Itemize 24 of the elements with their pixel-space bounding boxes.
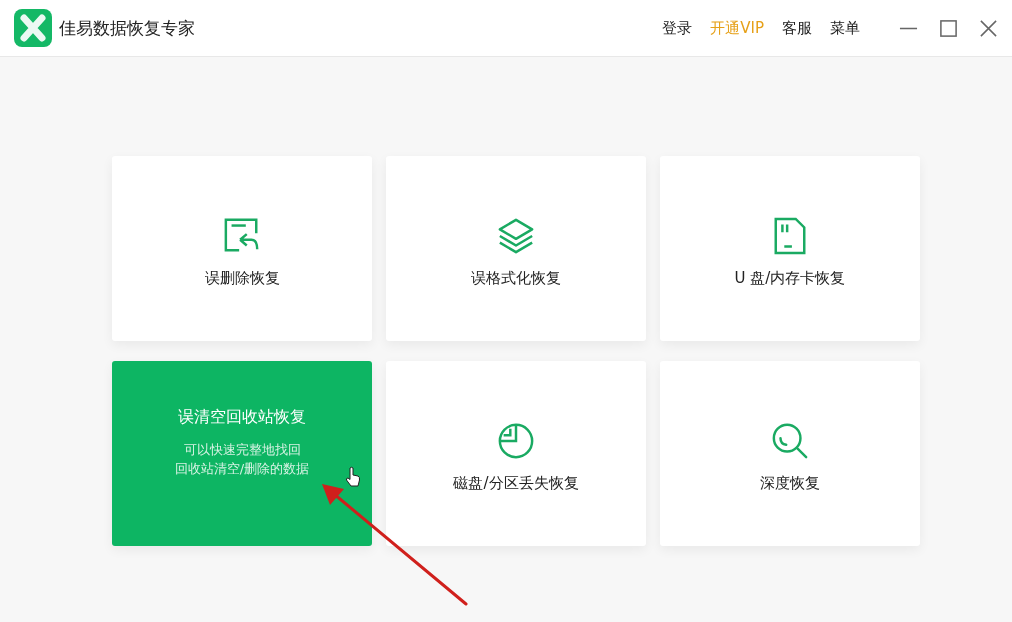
card-title: 误删除恢复 (204, 269, 280, 288)
recovery-option-card[interactable]: 深度恢复 (660, 361, 920, 546)
card-title: U 盘/内存卡恢复 (734, 269, 846, 288)
header-link[interactable]: 菜单 (830, 18, 860, 38)
card-description: 回收站清空/删除的数据 (174, 460, 310, 478)
pie-chart-icon (497, 422, 535, 460)
card-title: 误清空回收站恢复 (178, 407, 306, 428)
window-title: 佳易数据恢复专家 (59, 16, 195, 40)
card-title: 误格式化恢复 (471, 269, 561, 288)
app-logo-icon (14, 9, 52, 47)
magnifier-icon (771, 422, 809, 460)
recovery-option-card[interactable]: 误删除恢复 (112, 156, 372, 341)
card-description: 可以快速完整地找回 (183, 441, 301, 459)
layers-icon (497, 217, 535, 255)
header-link[interactable]: 登录 (662, 18, 693, 38)
recovery-option-card[interactable]: 磁盘/分区丢失恢复 (386, 361, 646, 546)
header-link[interactable]: 客服 (782, 18, 812, 38)
maximize-icon[interactable] (939, 18, 958, 38)
close-icon[interactable] (979, 18, 998, 38)
card-title: 磁盘/分区丢失恢复 (453, 474, 579, 493)
recovery-option-card[interactable]: U 盘/内存卡恢复 (660, 156, 920, 341)
hand-cursor-icon (345, 466, 361, 488)
recovery-option-card[interactable]: 误格式化恢复 (386, 156, 646, 341)
card-title: 深度恢复 (760, 474, 820, 493)
